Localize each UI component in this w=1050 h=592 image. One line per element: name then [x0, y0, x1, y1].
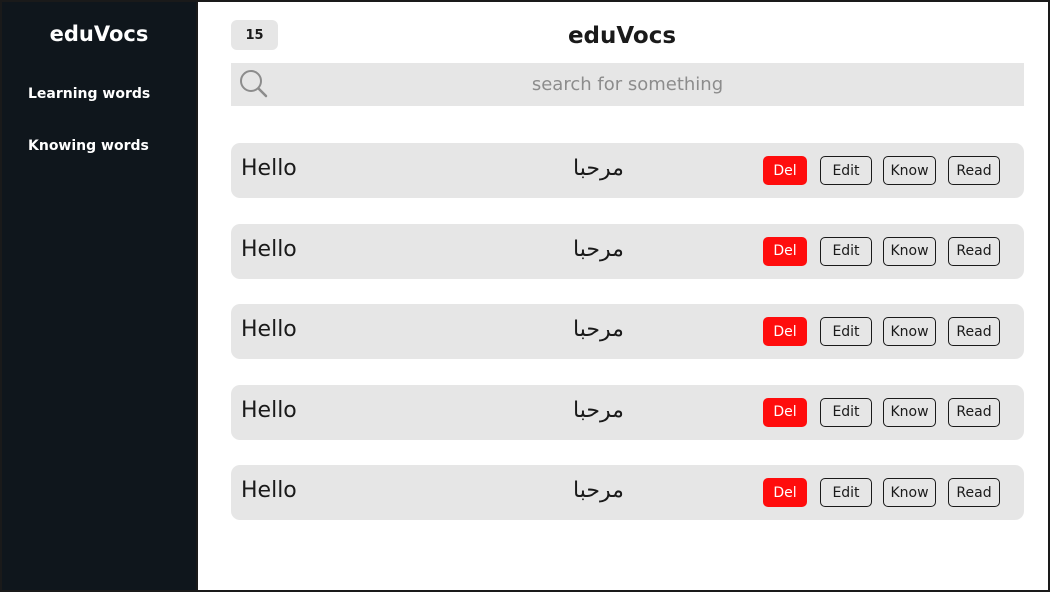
- app-window: eduVocs Learning words Knowing words 15 …: [0, 0, 1050, 592]
- read-button[interactable]: Read: [948, 478, 1000, 507]
- know-button[interactable]: Know: [883, 156, 936, 185]
- delete-button[interactable]: Del: [763, 156, 807, 185]
- word-arabic: مرحبا: [573, 317, 624, 342]
- sidebar-item-knowing-words[interactable]: Knowing words: [28, 138, 149, 154]
- search-icon[interactable]: [239, 69, 271, 101]
- word-arabic: مرحبا: [573, 236, 624, 262]
- word-english: Hello: [241, 317, 297, 342]
- search-input[interactable]: [281, 63, 974, 106]
- sidebar: eduVocs Learning words Knowing words: [2, 2, 198, 590]
- word-row: Hello مرحبا Del Edit Know Read: [231, 465, 1024, 520]
- know-button[interactable]: Know: [883, 317, 936, 346]
- word-row: Hello مرحبا Del Edit Know Read: [231, 304, 1024, 359]
- delete-button[interactable]: Del: [763, 236, 807, 266]
- know-button[interactable]: Know: [883, 478, 936, 507]
- word-row: Hello مرحبا Del Edit Know Read: [231, 223, 1024, 279]
- edit-button[interactable]: Edit: [820, 317, 872, 346]
- word-arabic: مرحبا: [573, 397, 624, 423]
- word-english: Hello: [241, 156, 297, 181]
- know-button[interactable]: Know: [883, 236, 936, 266]
- read-button[interactable]: Read: [948, 156, 1000, 185]
- edit-button[interactable]: Edit: [820, 156, 872, 185]
- word-row: Hello مرحبا Del Edit Know Read: [231, 143, 1024, 198]
- know-button[interactable]: Know: [883, 397, 936, 427]
- read-button[interactable]: Read: [948, 236, 1000, 266]
- sidebar-brand: eduVocs: [49, 22, 149, 46]
- word-list: Hello مرحبا Del Edit Know Read Hello مرح…: [231, 143, 1024, 546]
- word-arabic: مرحبا: [573, 478, 624, 503]
- search-bar[interactable]: [231, 63, 1024, 106]
- read-button[interactable]: Read: [948, 317, 1000, 346]
- word-row: Hello مرحبا Del Edit Know Read: [231, 384, 1024, 440]
- delete-button[interactable]: Del: [763, 317, 807, 346]
- word-english: Hello: [241, 236, 297, 262]
- delete-button[interactable]: Del: [763, 478, 807, 507]
- edit-button[interactable]: Edit: [820, 478, 872, 507]
- edit-button[interactable]: Edit: [820, 236, 872, 266]
- word-english: Hello: [241, 478, 297, 503]
- edit-button[interactable]: Edit: [820, 397, 872, 427]
- word-arabic: مرحبا: [573, 156, 624, 181]
- delete-button[interactable]: Del: [763, 397, 807, 427]
- word-english: Hello: [241, 397, 297, 423]
- word-count-badge: 15: [231, 20, 278, 50]
- page-title: eduVocs: [567, 23, 677, 49]
- read-button[interactable]: Read: [948, 397, 1000, 427]
- sidebar-item-learning-words[interactable]: Learning words: [28, 86, 150, 102]
